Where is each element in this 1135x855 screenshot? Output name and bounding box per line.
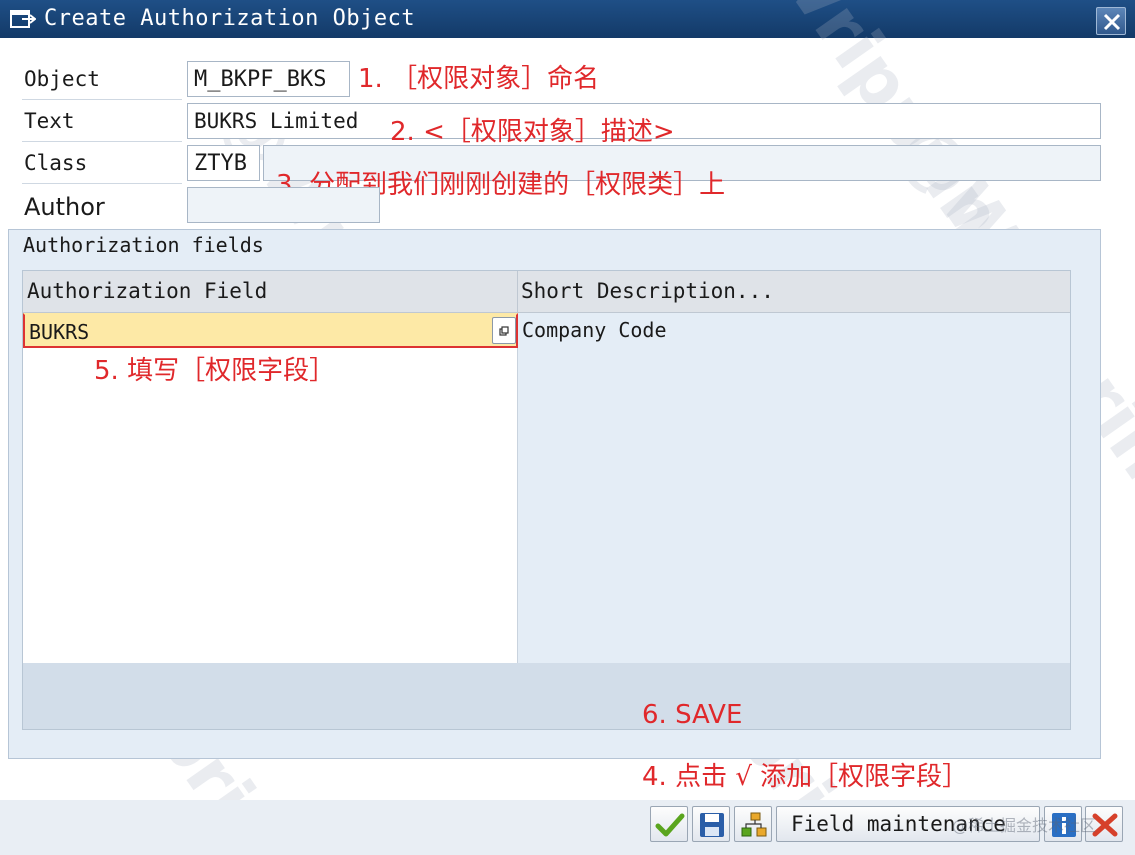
text-label: Text — [24, 109, 75, 133]
short-description-cell — [518, 453, 1070, 488]
authorization-field-cell[interactable] — [23, 488, 518, 523]
authorization-field-cell[interactable] — [23, 383, 518, 418]
table-row[interactable] — [23, 593, 1070, 628]
authorization-field-cell[interactable] — [23, 558, 518, 593]
save-button[interactable] — [692, 806, 730, 842]
window-title: Create Authorization Object — [44, 6, 416, 31]
class-field[interactable]: ZTYB — [187, 145, 260, 181]
table-row[interactable] — [23, 453, 1070, 488]
authorization-field-cell[interactable] — [23, 523, 518, 558]
table-header: Authorization Field Short Description... — [23, 271, 1070, 313]
divider — [22, 99, 182, 100]
authorization-field-cell[interactable]: BUKRS — [23, 313, 518, 348]
annotation-object-text: 2. <［权限对象］描述> — [390, 117, 675, 147]
author-label: Author — [24, 193, 105, 221]
authorization-field-cell[interactable] — [23, 628, 518, 663]
annotation-fill-field: 5. 填写［权限字段］ — [94, 356, 336, 386]
authorization-field-cell[interactable] — [23, 418, 518, 453]
group-title: Authorization fields — [23, 233, 264, 257]
table-row[interactable] — [23, 488, 1070, 523]
annotation-object-name: 1. ［权限对象］命名 — [358, 64, 600, 94]
short-description-cell — [518, 383, 1070, 418]
close-icon — [1103, 13, 1121, 31]
annotation-save: 6. SAVE — [642, 700, 743, 730]
short-description-cell: Company Code — [518, 313, 1070, 348]
divider — [22, 183, 182, 184]
short-description-cell — [518, 348, 1070, 383]
value-help-button[interactable] — [492, 317, 516, 344]
class-label: Class — [24, 151, 88, 175]
table-row[interactable] — [23, 383, 1070, 418]
check-button[interactable] — [650, 806, 688, 842]
check-icon — [655, 813, 685, 837]
author-field — [187, 187, 380, 223]
object-label: Object — [24, 67, 100, 91]
short-description-cell — [518, 418, 1070, 453]
hierarchy-icon — [741, 812, 767, 837]
table-row[interactable] — [23, 418, 1070, 453]
divider — [22, 141, 182, 142]
table-row[interactable] — [23, 628, 1070, 663]
column-header-short-description[interactable]: Short Description... — [517, 271, 1069, 313]
table-row[interactable]: BUKRS Company Code — [23, 313, 1070, 348]
value-help-icon — [499, 326, 509, 336]
authorization-field-value: BUKRS — [29, 320, 90, 344]
authorization-field-cell[interactable] — [23, 593, 518, 628]
column-header-authorization-field[interactable]: Authorization Field — [23, 271, 517, 313]
object-field[interactable]: M_BKPF_BKS — [187, 61, 350, 97]
authorization-fields-table: Authorization Field Short Description...… — [22, 270, 1071, 730]
table-row[interactable] — [23, 558, 1070, 593]
hierarchy-button[interactable] — [734, 806, 772, 842]
short-description-cell — [518, 558, 1070, 593]
save-icon — [700, 813, 724, 837]
table-row[interactable] — [23, 523, 1070, 558]
footer-watermark: @稀土掘金技术社区 — [952, 816, 1097, 835]
create-object-icon — [10, 9, 37, 29]
short-description-cell — [518, 628, 1070, 663]
authorization-field-cell[interactable] — [23, 453, 518, 488]
close-button[interactable] — [1096, 7, 1126, 35]
table-footer — [23, 663, 1070, 729]
title-bar: Create Authorization Object — [0, 0, 1135, 38]
short-description-cell — [518, 593, 1070, 628]
annotation-add-field: 4. 点击 √ 添加［权限字段］ — [642, 762, 969, 792]
short-description-cell — [518, 488, 1070, 523]
short-description-cell — [518, 523, 1070, 558]
